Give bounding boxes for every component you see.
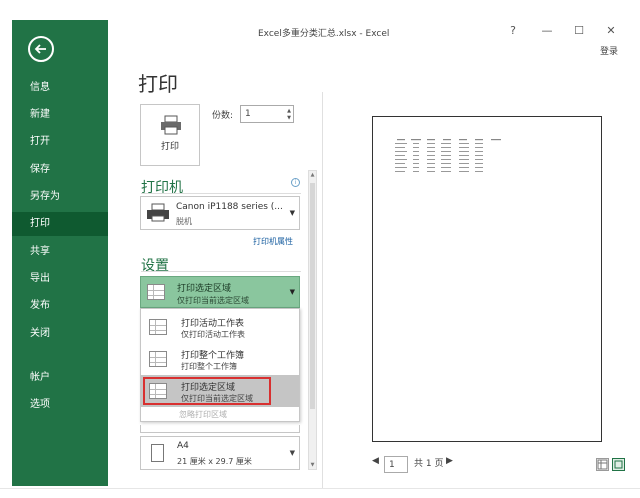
page-title: 打印 (138, 72, 178, 96)
settings-section-title: 设置 (141, 258, 169, 274)
copies-label: 份数: (212, 111, 234, 121)
option-title: 打印整个工作簿 (181, 351, 245, 361)
workbook-icon (149, 351, 167, 367)
print-range-menu: 打印活动工作表 仅打印活动工作表 打印整个工作簿 打印整个工作簿 打印选定区域 … (140, 308, 300, 422)
dropdown-selected-title: 打印选定区域 (177, 284, 232, 294)
minimize-button[interactable]: — (540, 24, 554, 37)
current-page-input[interactable]: 1 (384, 456, 408, 473)
selection-icon (147, 284, 165, 300)
total-pages: 共 1 页 (414, 459, 444, 469)
login-link[interactable]: 登录 (600, 44, 618, 57)
sidebar-item-close[interactable]: 关闭 (12, 322, 108, 346)
sidebar-item-save[interactable]: 保存 (12, 158, 108, 182)
back-arrow-icon[interactable] (28, 36, 54, 62)
prev-page-icon[interactable]: ◀ (372, 456, 379, 466)
paper-size-dimensions: 21 厘米 x 29.7 厘米 (177, 457, 252, 466)
show-margins-icon[interactable] (596, 458, 609, 471)
option-print-active-sheets[interactable]: 打印活动工作表 仅打印活动工作表 (141, 311, 299, 343)
paper-icon (151, 444, 164, 462)
section-divider (141, 193, 301, 194)
printer-dropdown[interactable]: Canon iP1188 series (... 脱机 ▼ (140, 196, 300, 230)
sidebar-item-account[interactable]: 帐户 (12, 366, 108, 390)
option-print-selection[interactable]: 打印选定区域 仅打印当前选定区域 (141, 375, 299, 407)
next-page-icon[interactable]: ▶ (446, 456, 453, 466)
window-title: Excel多重分类汇总.xlsx - Excel (258, 29, 390, 39)
sidebar-item-print[interactable]: 打印 (12, 212, 108, 236)
option-desc: 仅打印活动工作表 (181, 330, 245, 339)
printer-section-title: 打印机 (141, 180, 183, 196)
spin-up-icon[interactable]: ▲ (287, 108, 291, 114)
sidebar-item-save-as[interactable]: 另存为 (12, 185, 108, 209)
chevron-down-icon: ▼ (289, 288, 295, 296)
printer-properties-link[interactable]: 打印机属性 (253, 236, 293, 247)
printer-device-icon (147, 203, 169, 222)
scroll-up-icon[interactable]: ▲ (309, 172, 316, 178)
option-title: 打印选定区域 (181, 383, 236, 393)
paper-size-dropdown[interactable]: A4 21 厘米 x 29.7 厘米 ▼ (140, 436, 300, 470)
print-range-dropdown[interactable]: 打印选定区域 仅打印当前选定区域 ▼ (140, 276, 300, 308)
sidebar-item-export[interactable]: 导出 (12, 267, 108, 291)
chevron-down-icon: ▼ (289, 209, 295, 217)
info-icon[interactable]: i (291, 178, 300, 187)
copies-input[interactable]: 1 ▲ ▼ (240, 105, 294, 123)
printer-status: 脱机 (176, 217, 192, 226)
scroll-down-icon[interactable]: ▼ (309, 462, 316, 468)
sheet-icon (149, 319, 167, 335)
maximize-button[interactable]: ☐ (572, 24, 586, 37)
ignore-print-area-option[interactable]: 忽略打印区域 (179, 409, 227, 420)
sidebar-item-share[interactable]: 共享 (12, 240, 108, 264)
printer-name: Canon iP1188 series (... (176, 202, 283, 212)
close-button[interactable]: ✕ (604, 24, 618, 37)
sidebar-item-options[interactable]: 选项 (12, 393, 108, 417)
option-print-entire-workbook[interactable]: 打印整个工作簿 打印整个工作簿 (141, 343, 299, 375)
zoom-to-page-icon[interactable] (612, 458, 625, 471)
option-desc: 打印整个工作簿 (181, 362, 237, 371)
sidebar-item-new[interactable]: 新建 (12, 103, 108, 127)
chevron-down-icon: ▼ (289, 449, 295, 457)
title-bar: Excel多重分类汇总.xlsx - Excel ? — ☐ ✕ 登录 (108, 20, 628, 57)
option-desc: 仅打印当前选定区域 (181, 394, 253, 403)
paper-size-name: A4 (177, 441, 189, 451)
sidebar-item-info[interactable]: 信息 (12, 76, 108, 100)
panel-divider (322, 92, 323, 488)
dropdown-selected-desc: 仅打印当前选定区域 (177, 296, 249, 305)
preview-page (372, 116, 602, 442)
preview-table-thumbnail (395, 139, 501, 172)
settings-scrollbar[interactable]: ▲ ▼ (308, 170, 317, 470)
spin-down-icon[interactable]: ▼ (287, 115, 291, 121)
option-title: 打印活动工作表 (181, 319, 245, 329)
selection-icon (149, 383, 167, 399)
print-button-label: 打印 (160, 142, 179, 152)
sidebar-item-open[interactable]: 打开 (12, 130, 108, 154)
copies-value: 1 (245, 109, 251, 119)
window-bottom-edge (0, 488, 640, 498)
hidden-setting-edge (140, 425, 300, 433)
sidebar-item-publish[interactable]: 发布 (12, 294, 108, 318)
current-page-value: 1 (389, 460, 395, 470)
backstage-sidebar: 信息 新建 打开 保存 另存为 打印 共享 导出 发布 关闭 帐户 选项 (12, 20, 108, 486)
print-button[interactable]: 打印 (140, 104, 200, 166)
section-divider (141, 271, 301, 272)
printer-icon (161, 115, 181, 135)
help-button[interactable]: ? (506, 24, 520, 37)
scroll-thumb[interactable] (310, 183, 315, 409)
